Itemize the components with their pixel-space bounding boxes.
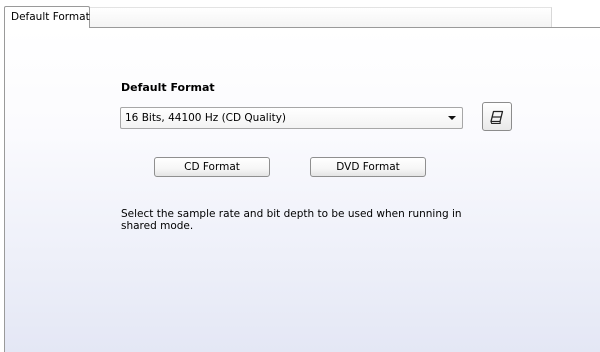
format-select[interactable]: 16 Bits, 44100 Hz (CD Quality) bbox=[120, 107, 463, 129]
format-select-value: 16 Bits, 44100 Hz (CD Quality) bbox=[125, 112, 287, 124]
format-icon-button[interactable] bbox=[482, 102, 512, 131]
cd-format-button[interactable]: CD Format bbox=[154, 157, 270, 177]
chevron-down-icon bbox=[448, 116, 456, 120]
default-format-panel bbox=[4, 27, 600, 352]
dvd-format-button[interactable]: DVD Format bbox=[310, 157, 426, 177]
section-heading: Default Format bbox=[121, 81, 215, 94]
tab-default-format[interactable]: Default Format bbox=[4, 6, 90, 28]
tab-strip-background bbox=[90, 7, 552, 27]
eraser-icon bbox=[490, 110, 504, 125]
format-dialog: Default Format Default Format 16 Bits, 4… bbox=[0, 0, 600, 352]
format-description: Select the sample rate and bit depth to … bbox=[121, 208, 462, 232]
tab-strip: Default Format bbox=[0, 0, 600, 28]
